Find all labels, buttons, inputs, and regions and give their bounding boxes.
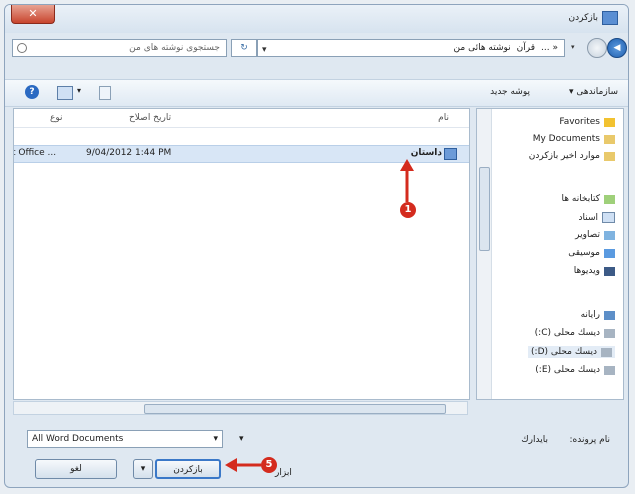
step-marker: 5	[261, 457, 277, 473]
step-marker: 1	[400, 202, 416, 218]
open-dialog: ✕ بازکردن جستجوى نوشته هاى من ↻ ▾ « ... …	[4, 4, 629, 488]
annotation-arrows	[225, 159, 414, 472]
